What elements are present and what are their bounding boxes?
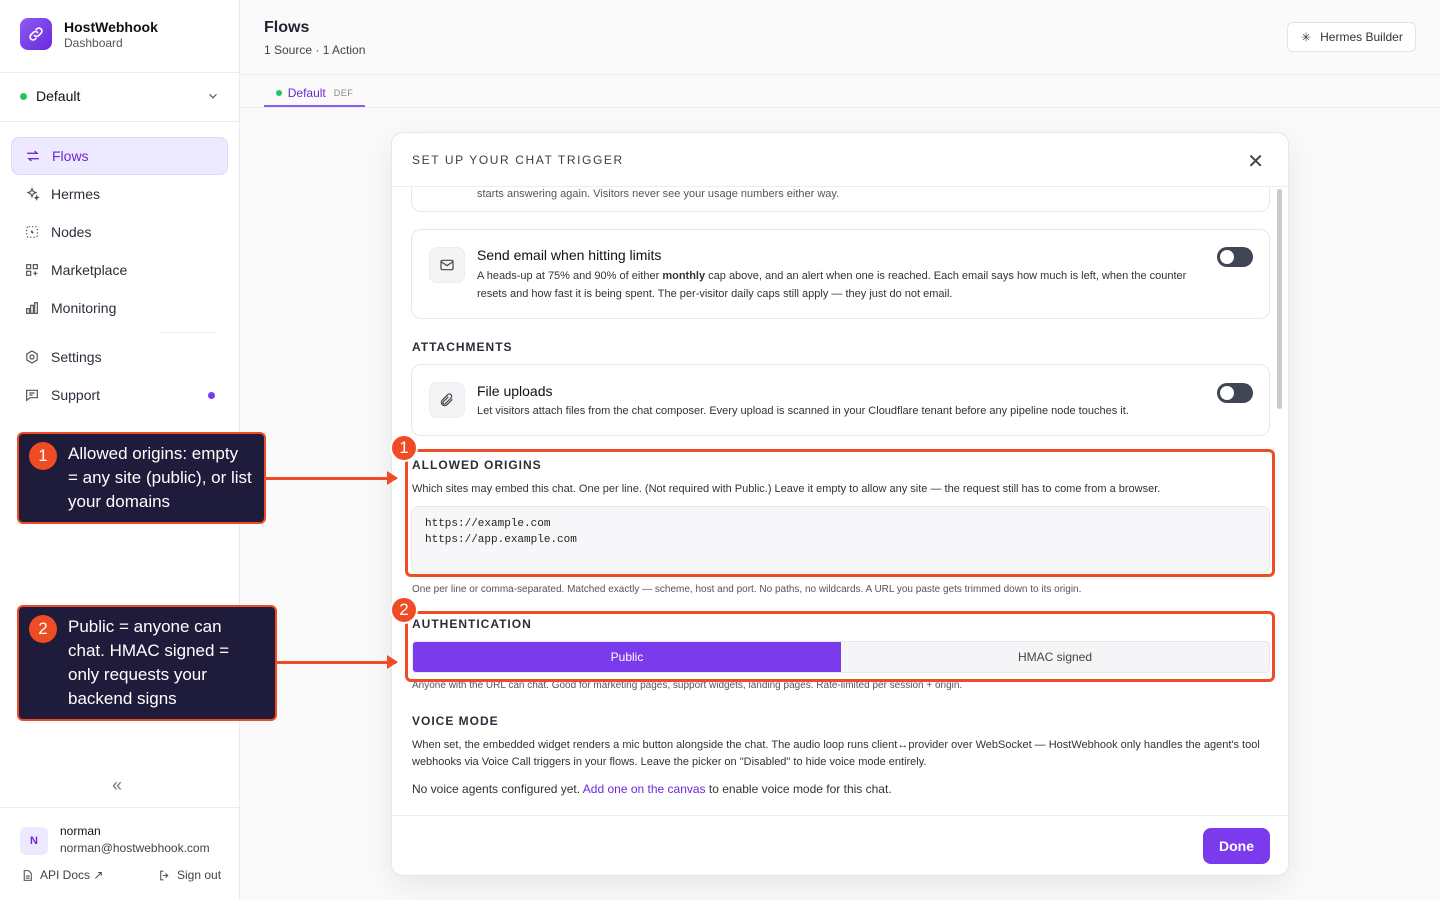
sidebar-item-settings[interactable]: Settings xyxy=(11,338,228,376)
modal-header: SET UP YOUR CHAT TRIGGER ✕ xyxy=(392,133,1288,187)
sign-out-button[interactable]: Sign out xyxy=(158,868,221,882)
page-subtitle: 1 Source · 1 Action xyxy=(264,43,366,57)
status-dot xyxy=(275,89,282,96)
avatar: N xyxy=(20,827,48,855)
sidebar-item-label: Support xyxy=(51,387,101,403)
divider xyxy=(0,807,240,808)
arrows-swap-icon xyxy=(27,150,39,162)
brand[interactable]: HostWebhook Dashboard xyxy=(20,18,158,50)
sidebar-item-nodes[interactable]: Nodes xyxy=(11,213,228,251)
divider xyxy=(240,107,1440,108)
notification-badge xyxy=(208,391,215,399)
workspace-selector[interactable]: Default xyxy=(20,88,220,104)
annotation-marker-1: 1 xyxy=(390,434,418,462)
sign-out-icon xyxy=(160,870,169,880)
sidebar-nav: Flows Hermes Nodes Marketplace Monitorin… xyxy=(11,137,228,414)
email-limits-card: Send email when hitting limits A heads-u… xyxy=(411,229,1270,319)
close-icon[interactable]: ✕ xyxy=(1247,149,1264,174)
modal-footer: Done xyxy=(392,815,1288,875)
sidebar-item-label: Nodes xyxy=(51,224,92,240)
tab-default[interactable]: Default DEF xyxy=(264,80,365,107)
hermes-builder-button[interactable]: Hermes Builder xyxy=(1287,22,1416,52)
annotation-callout-1: 1 Allowed origins: empty = any site (pub… xyxy=(17,432,266,524)
file-uploads-toggle[interactable] xyxy=(1217,383,1253,403)
highlight-allowed-origins xyxy=(405,449,1275,577)
voice-mode-description: When set, the embedded widget renders a … xyxy=(412,739,1260,768)
grid-icon xyxy=(26,264,38,276)
divider xyxy=(240,74,1440,75)
link-icon xyxy=(20,18,52,50)
status-dot xyxy=(20,92,27,100)
sidebar-item-label: Monitoring xyxy=(51,300,117,316)
sidebar-item-label: Flows xyxy=(52,148,89,164)
annotation-arrow-1 xyxy=(266,471,398,485)
annotation-number: 2 xyxy=(29,615,57,643)
email-limits-description: A heads-up at 75% and 90% of either mont… xyxy=(477,270,1187,300)
sidebar-item-label: Settings xyxy=(51,349,102,365)
sidebar-item-support[interactable]: Support xyxy=(11,376,228,414)
user-email: norman@hostwebhook.com xyxy=(60,841,210,855)
email-limits-title: Send email when hitting limits xyxy=(477,247,662,263)
chat-icon xyxy=(26,389,38,402)
sparkle-icon xyxy=(1301,32,1311,42)
sidebar-item-monitoring[interactable]: Monitoring xyxy=(11,289,228,327)
page-title: Flows xyxy=(264,19,310,36)
gear-icon xyxy=(26,350,38,364)
tab-badge: DEF xyxy=(333,87,354,98)
voice-mode-heading: VOICE MODE xyxy=(412,714,499,728)
nodes-icon xyxy=(26,226,38,238)
modal-title: SET UP YOUR CHAT TRIGGER xyxy=(412,153,624,167)
sidebar-item-hermes[interactable]: Hermes xyxy=(11,175,228,213)
collapse-sidebar-button[interactable]: « xyxy=(112,775,122,796)
sidebar-item-flows[interactable]: Flows xyxy=(11,137,228,175)
user-name: norman xyxy=(60,824,101,838)
done-button[interactable]: Done xyxy=(1203,828,1270,864)
email-limits-toggle[interactable] xyxy=(1217,247,1253,267)
tab-label: Default xyxy=(287,85,326,100)
workspace-name: Default xyxy=(36,88,81,104)
api-docs-label: API Docs ↗ xyxy=(40,868,104,882)
scrollbar[interactable] xyxy=(1277,189,1282,409)
sidebar-item-marketplace[interactable]: Marketplace xyxy=(11,251,228,289)
divider xyxy=(0,121,240,122)
sidebar-item-label: Marketplace xyxy=(51,262,128,278)
annotation-callout-2: 2 Public = anyone can chat. HMAC signed … xyxy=(17,605,277,721)
sparkles-icon xyxy=(26,187,40,201)
file-uploads-description: Let visitors attach files from the chat … xyxy=(477,405,1129,417)
bar-chart-icon xyxy=(26,302,38,314)
clipped-text: starts answering again. Visitors never s… xyxy=(477,188,840,200)
chevron-down-icon xyxy=(209,93,217,99)
divider xyxy=(0,72,240,73)
file-uploads-title: File uploads xyxy=(477,383,553,399)
highlight-authentication xyxy=(405,611,1275,682)
brand-name: HostWebhook xyxy=(64,18,158,35)
add-voice-agent-link[interactable]: Add one on the canvas xyxy=(583,782,706,796)
annotation-text: Public = anyone can chat. HMAC signed = … xyxy=(68,617,230,708)
sign-out-label: Sign out xyxy=(177,868,222,882)
hermes-builder-label: Hermes Builder xyxy=(1320,30,1403,44)
annotation-marker-2: 2 xyxy=(390,596,418,624)
user-profile[interactable]: N norman norman@hostwebhook.com xyxy=(20,824,210,855)
annotation-text: Allowed origins: empty = any site (publi… xyxy=(68,444,252,511)
file-uploads-card: File uploads Let visitors attach files f… xyxy=(411,364,1270,436)
paperclip-icon xyxy=(429,382,465,418)
api-docs-link[interactable]: API Docs ↗ xyxy=(21,868,103,882)
mail-icon xyxy=(429,247,465,283)
voice-mode-empty-text: No voice agents configured yet. Add one … xyxy=(412,782,892,796)
brand-subtitle: Dashboard xyxy=(64,35,123,50)
sidebar-item-label: Hermes xyxy=(51,186,101,202)
nav-divider xyxy=(161,332,216,333)
document-icon xyxy=(23,869,32,881)
annotation-arrow-2 xyxy=(277,655,398,669)
attachments-heading: ATTACHMENTS xyxy=(412,340,513,354)
allowed-origins-hint: One per line or comma-separated. Matched… xyxy=(412,584,1082,595)
annotation-number: 1 xyxy=(29,442,57,470)
